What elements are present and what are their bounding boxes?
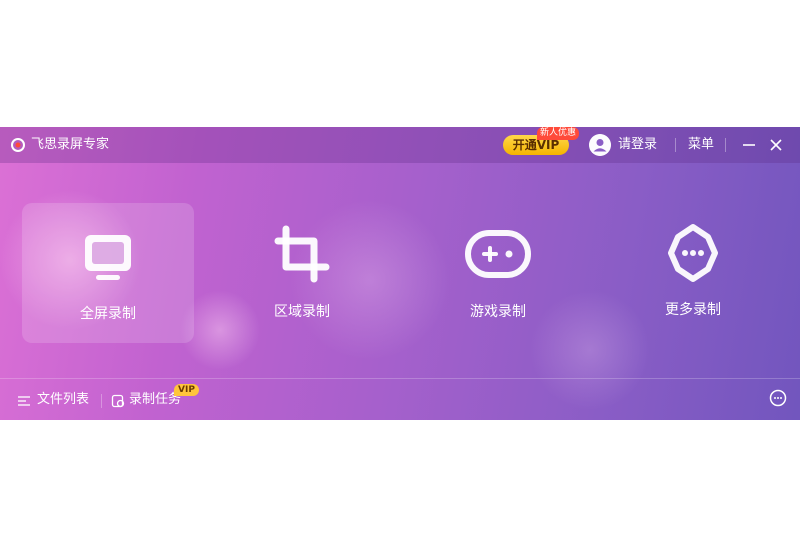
title-separator (675, 138, 676, 152)
bottom-separator (101, 394, 102, 408)
app-window: 飞思录屏专家 开通VIP 新人优惠 请登录 菜单 全屏录制 区域录制 游戏录制 … (0, 127, 800, 420)
support-chat-icon[interactable] (769, 389, 787, 407)
bottom-bar: 文件列表 录制任务 VIP (0, 378, 800, 420)
crop-icon (274, 225, 330, 283)
gamepad-icon (465, 230, 531, 278)
vip-tag: VIP (174, 384, 199, 396)
game-record-card[interactable]: 游戏录制 (412, 203, 584, 343)
mode-label: 全屏录制 (80, 306, 136, 322)
more-icon (668, 224, 718, 282)
file-list-icon (18, 396, 30, 406)
region-record-card[interactable]: 区域录制 (216, 203, 388, 343)
avatar-icon[interactable] (589, 134, 611, 156)
mode-label: 更多录制 (665, 302, 721, 318)
mode-label: 区域录制 (274, 304, 330, 320)
minimize-icon[interactable] (741, 135, 757, 155)
new-user-promo-badge: 新人优惠 (537, 127, 580, 140)
file-list-link[interactable]: 文件列表 (37, 392, 89, 408)
title-bar: 飞思录屏专家 开通VIP 新人优惠 请登录 菜单 (0, 127, 800, 163)
more-record-card[interactable]: 更多录制 (607, 203, 779, 343)
title-separator (725, 138, 726, 152)
monitor-icon (85, 235, 131, 280)
app-title: 飞思录屏专家 (31, 137, 110, 152)
menu-button[interactable]: 菜单 (688, 137, 714, 153)
close-icon[interactable] (768, 135, 784, 155)
record-task-icon (111, 394, 125, 408)
fullscreen-record-card[interactable]: 全屏录制 (22, 203, 194, 343)
app-logo-icon (11, 138, 25, 152)
login-link[interactable]: 请登录 (618, 137, 657, 153)
mode-label: 游戏录制 (470, 304, 526, 320)
